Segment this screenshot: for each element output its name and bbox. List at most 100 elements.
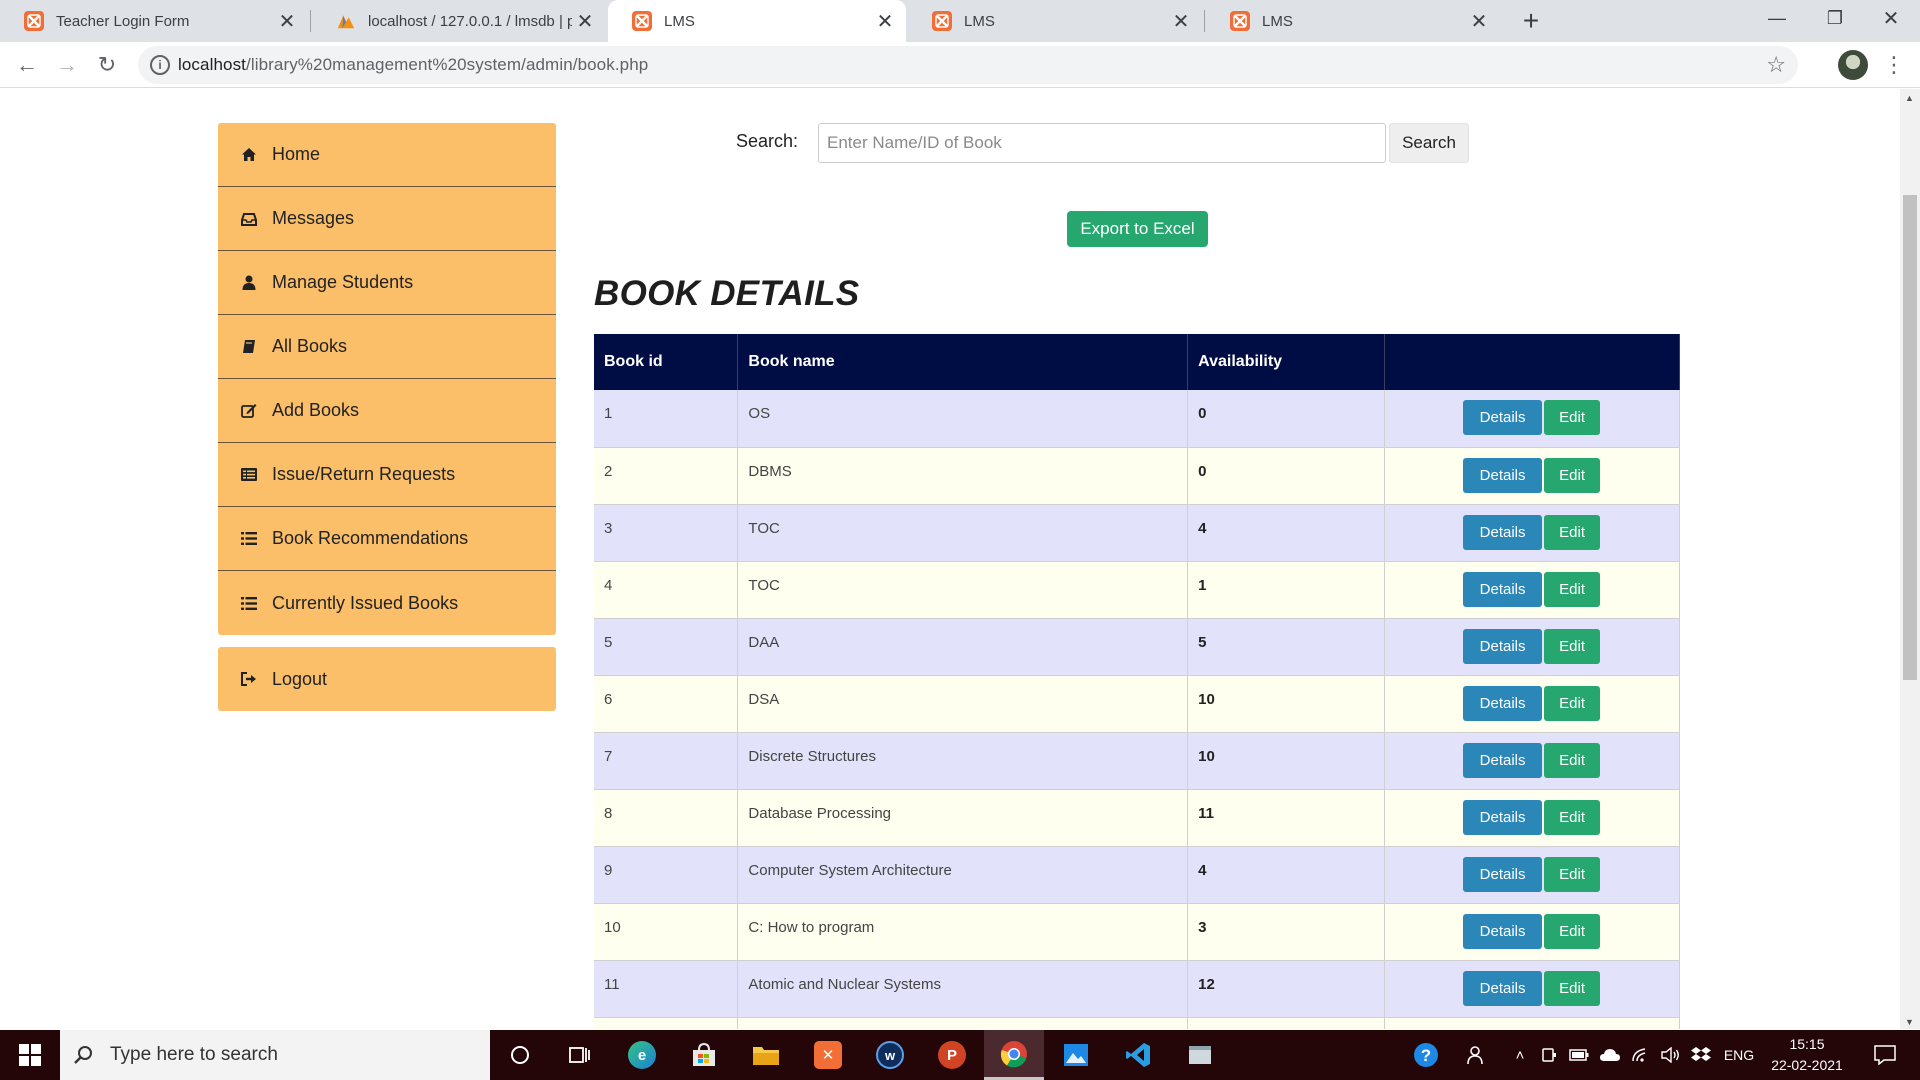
details-button[interactable]: Details	[1463, 685, 1543, 721]
sidebar-item-home[interactable]: Home	[218, 123, 556, 187]
phpmyadmin-icon	[336, 11, 356, 31]
store-icon[interactable]	[674, 1030, 734, 1080]
details-button[interactable]: Details	[1463, 799, 1543, 835]
logout-button[interactable]: Logout	[218, 647, 556, 711]
edit-button[interactable]: Edit	[1544, 913, 1601, 949]
cell-book-id: 2	[594, 447, 739, 505]
browser-tab[interactable]: LMS ✕	[1206, 0, 1500, 42]
cell-availability: 10	[1187, 675, 1386, 733]
close-tab-icon[interactable]: ✕	[1466, 8, 1492, 34]
edge-icon[interactable]: e	[612, 1030, 672, 1080]
edit-button[interactable]: Edit	[1544, 514, 1601, 550]
browser-tab-strip: Teacher Login Form ✕ localhost / 127.0.0…	[0, 0, 1920, 42]
table-row: 5 DAA 5 Details Edit	[594, 618, 1680, 676]
close-tab-icon[interactable]: ✕	[1168, 8, 1194, 34]
edit-button[interactable]: Edit	[1544, 571, 1601, 607]
sidebar-item-all-books[interactable]: All Books	[218, 315, 556, 379]
app-window-icon[interactable]	[1170, 1030, 1230, 1080]
bookmark-star-icon[interactable]: ☆	[1766, 52, 1786, 78]
windows-start-button[interactable]	[0, 1030, 60, 1080]
back-icon[interactable]: ←	[10, 48, 44, 82]
sidebar-item-manage-students[interactable]: Manage Students	[218, 251, 556, 315]
details-button[interactable]: Details	[1463, 913, 1543, 949]
xampp-taskbar-icon[interactable]: ✕	[798, 1030, 858, 1080]
battery-icon[interactable]	[1566, 1030, 1592, 1080]
scroll-up-icon[interactable]: ▲	[1905, 93, 1914, 103]
device-icon[interactable]	[1536, 1030, 1562, 1080]
close-tab-icon[interactable]: ✕	[274, 8, 300, 34]
cell-book-id: 1	[594, 390, 739, 448]
dropbox-icon[interactable]	[1688, 1030, 1714, 1080]
close-tab-icon[interactable]: ✕	[872, 8, 898, 34]
task-view-icon[interactable]	[550, 1030, 610, 1080]
details-button[interactable]: Details	[1463, 856, 1543, 892]
edit-button[interactable]: Edit	[1544, 628, 1601, 664]
cortana-icon[interactable]	[490, 1030, 550, 1080]
browser-tab[interactable]: LMS ✕	[908, 0, 1202, 42]
new-tab-button[interactable]: +	[1515, 5, 1547, 36]
chevron-up-icon[interactable]: ˄	[1506, 1030, 1534, 1080]
edit-button[interactable]: Edit	[1544, 799, 1601, 835]
help-icon[interactable]: ?	[1406, 1030, 1446, 1080]
volume-icon[interactable]	[1658, 1030, 1684, 1080]
details-button[interactable]: Details	[1463, 514, 1543, 550]
cell-book-id: 9	[594, 846, 739, 904]
onedrive-icon[interactable]	[1596, 1030, 1624, 1080]
close-tab-icon[interactable]: ✕	[572, 8, 598, 34]
minimize-icon[interactable]: —	[1748, 0, 1806, 36]
system-clock[interactable]: 15:15 22-02-2021	[1762, 1034, 1852, 1076]
sidebar-item-add-books[interactable]: Add Books	[218, 379, 556, 443]
browser-tab[interactable]: localhost / 127.0.0.1 / lmsdb | phpMyAdm…	[312, 0, 606, 42]
site-info-icon[interactable]: i	[150, 55, 170, 75]
profile-avatar[interactable]	[1838, 50, 1868, 80]
edit-button[interactable]: Edit	[1544, 457, 1601, 493]
browser-menu-icon[interactable]: ⋮	[1883, 50, 1905, 80]
restore-icon[interactable]: ❐	[1806, 0, 1864, 36]
chrome-icon[interactable]	[984, 1030, 1044, 1080]
search-button[interactable]: Search	[1389, 123, 1469, 163]
edit-button[interactable]: Edit	[1544, 685, 1601, 721]
sidebar-item-issue-return-requests[interactable]: Issue/Return Requests	[218, 443, 556, 507]
wifi-icon[interactable]	[1628, 1030, 1654, 1080]
vscode-icon[interactable]	[1108, 1030, 1168, 1080]
file-explorer-icon[interactable]	[736, 1030, 796, 1080]
windows-logo-icon	[19, 1044, 41, 1066]
details-button[interactable]: Details	[1463, 628, 1543, 664]
column-header-book-name: Book name	[737, 334, 1189, 390]
edit-button[interactable]: Edit	[1544, 856, 1601, 892]
export-to-excel-button[interactable]: Export to Excel	[1067, 211, 1208, 247]
edit-button[interactable]: Edit	[1544, 970, 1601, 1006]
edit-button[interactable]: Edit	[1544, 400, 1601, 435]
details-button[interactable]: Details	[1463, 571, 1543, 607]
powerpoint-icon[interactable]: P	[922, 1030, 982, 1080]
cell-availability: 4	[1187, 504, 1386, 562]
sidebar-item-book-recommendations[interactable]: Book Recommendations	[218, 507, 556, 571]
edit-button[interactable]: Edit	[1544, 742, 1601, 778]
page-scrollbar[interactable]: ▲ ▼	[1900, 89, 1920, 1029]
photos-icon[interactable]	[1046, 1030, 1106, 1080]
table-row-partial	[594, 1017, 1680, 1029]
details-button[interactable]: Details	[1463, 742, 1543, 778]
details-button[interactable]: Details	[1463, 457, 1543, 493]
close-window-icon[interactable]: ✕	[1862, 0, 1920, 36]
cell-book-name: TOC	[737, 504, 1189, 562]
url-text[interactable]: localhost/library%20management%20system/…	[178, 55, 648, 75]
scroll-down-icon[interactable]: ▼	[1905, 1017, 1914, 1027]
address-bar[interactable]: i localhost/library%20management%20syste…	[138, 46, 1798, 84]
search-input[interactable]	[818, 123, 1386, 163]
browser-tab-active[interactable]: LMS ✕	[608, 0, 906, 42]
sidebar-item-messages[interactable]: Messages	[218, 187, 556, 251]
taskbar-search-box[interactable]: Type here to search	[60, 1030, 490, 1080]
sidebar-item-currently-issued-books[interactable]: Currently Issued Books	[218, 571, 556, 635]
language-indicator[interactable]: ENG	[1718, 1030, 1760, 1080]
sidebar: Home Messages Manage Students All Books …	[218, 123, 556, 711]
scrollbar-thumb[interactable]	[1903, 195, 1917, 680]
reload-icon[interactable]: ↻	[90, 48, 124, 82]
details-button[interactable]: Details	[1463, 970, 1543, 1006]
browser-tab[interactable]: Teacher Login Form ✕	[0, 0, 308, 42]
app-taskbar-icon[interactable]: w	[860, 1030, 920, 1080]
people-icon[interactable]	[1458, 1030, 1494, 1080]
forward-icon[interactable]: →	[50, 48, 84, 82]
notification-icon[interactable]	[1860, 1030, 1910, 1080]
details-button[interactable]: Details	[1463, 400, 1543, 435]
